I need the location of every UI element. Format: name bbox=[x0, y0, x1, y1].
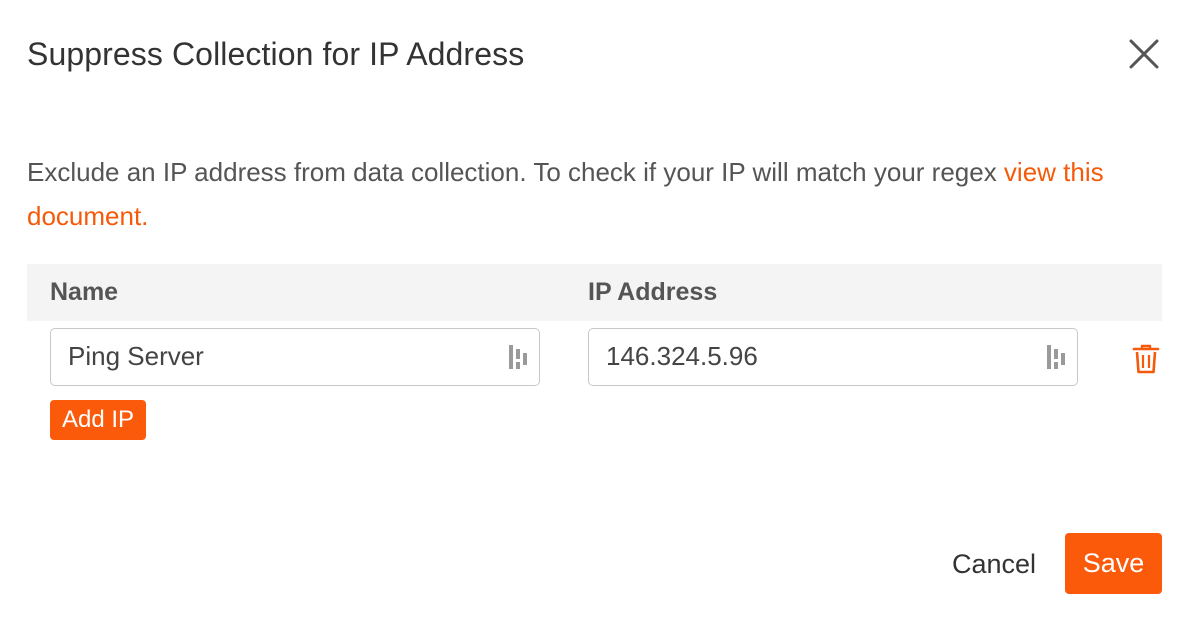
name-field-wrapper bbox=[50, 328, 540, 386]
name-input[interactable] bbox=[51, 329, 491, 384]
description-text: Exclude an IP address from data collecti… bbox=[27, 157, 1004, 187]
add-ip-button[interactable]: Add IP bbox=[50, 400, 147, 440]
password-manager-icon[interactable] bbox=[507, 343, 529, 371]
table-header: Name IP Address bbox=[27, 264, 1162, 321]
column-header-name: Name bbox=[50, 278, 119, 306]
cancel-button[interactable]: Cancel bbox=[946, 544, 1042, 584]
column-header-ip-address: IP Address bbox=[588, 278, 718, 306]
trash-icon[interactable] bbox=[1132, 343, 1160, 375]
save-button[interactable]: Save bbox=[1065, 533, 1162, 594]
password-manager-icon[interactable] bbox=[1045, 343, 1067, 371]
dialog-description: Exclude an IP address from data collecti… bbox=[27, 150, 1167, 238]
dialog-title: Suppress Collection for IP Address bbox=[27, 36, 525, 72]
close-icon[interactable] bbox=[1126, 36, 1162, 72]
ip-address-input[interactable] bbox=[589, 329, 1029, 384]
suppress-ip-dialog: Suppress Collection for IP Address Exclu… bbox=[0, 0, 1189, 622]
ip-field-wrapper bbox=[588, 328, 1078, 386]
